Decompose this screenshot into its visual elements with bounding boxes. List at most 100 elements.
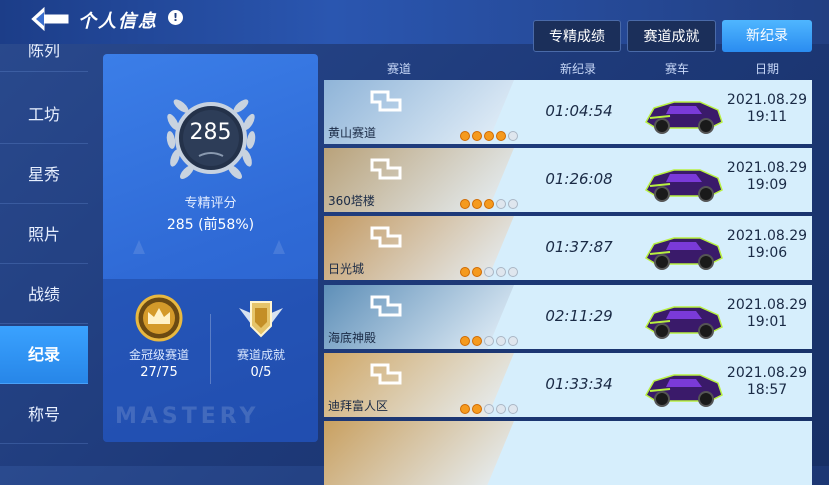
tree-decoration xyxy=(133,240,145,254)
sidebar-item-photos[interactable]: 照片 xyxy=(0,206,88,264)
record-time: 01:04:54 xyxy=(545,102,613,120)
sidebar-item-records[interactable]: 纪录 xyxy=(0,326,88,384)
sidebar-item-titles[interactable]: 称号 xyxy=(0,386,88,444)
difficulty-rating xyxy=(460,399,520,414)
record-time: 01:26:08 xyxy=(545,170,613,188)
record-date-day: 2021.08.29 xyxy=(726,92,808,108)
achievement-value: 0/5 xyxy=(250,365,272,380)
table-row[interactable]: 黄山赛道 01:04:54 2021.08.29 19:11 xyxy=(324,80,812,144)
record-date: 2021.08.29 19:09 xyxy=(722,160,812,194)
track-name: 日光城 xyxy=(328,262,365,276)
track-name: 迪拜富人区 xyxy=(328,399,389,413)
track-map-icon xyxy=(368,291,408,321)
rating-dot-icon xyxy=(472,131,482,141)
rating-dot-icon xyxy=(460,404,470,414)
tab-new-records[interactable]: 新纪录 xyxy=(722,20,812,52)
column-header-track: 赛道 xyxy=(386,62,411,76)
difficulty-rating xyxy=(460,331,520,346)
sidebar-item-star-show[interactable]: 星秀 xyxy=(0,146,88,204)
race-car-icon xyxy=(640,158,726,204)
table-row[interactable]: 日光城 01:37:87 2021.08.29 19:06 xyxy=(324,216,812,280)
table-row[interactable]: 360塔楼 01:26:08 2021.08.29 19:09 xyxy=(324,148,812,212)
achievement-value: 27/75 xyxy=(140,365,178,380)
record-date: 2021.08.29 19:01 xyxy=(722,297,812,331)
record-date-day: 2021.08.29 xyxy=(726,160,808,176)
gold-crown-tracks[interactable]: 金冠级赛道 27/75 xyxy=(109,294,209,380)
rating-dot-icon xyxy=(496,404,506,414)
rating-dot-icon xyxy=(508,267,518,277)
mastery-score: 285 xyxy=(189,120,232,145)
record-time: 01:33:34 xyxy=(545,375,613,393)
rating-dot-icon xyxy=(472,404,482,414)
rating-dot-icon xyxy=(508,199,518,209)
rating-dot-icon xyxy=(496,336,506,346)
rating-dot-icon xyxy=(460,267,470,277)
column-header-record: 新纪录 xyxy=(559,62,596,76)
rating-dot-icon xyxy=(460,131,470,141)
achievement-label: 金冠级赛道 xyxy=(128,348,189,362)
tab-mastery-scores[interactable]: 专精成绩 xyxy=(533,20,621,52)
track-map-icon xyxy=(368,222,408,252)
record-date-day: 2021.08.29 xyxy=(726,297,808,313)
column-header-car: 赛车 xyxy=(664,62,689,76)
rating-dot-icon xyxy=(460,199,470,209)
achievement-label: 赛道成就 xyxy=(236,348,285,362)
back-arrow-icon[interactable] xyxy=(30,6,70,32)
track-name: 黄山赛道 xyxy=(328,126,377,140)
column-header-date: 日期 xyxy=(754,62,779,76)
table-header: 赛道 新纪录 赛车 日期 xyxy=(324,56,812,78)
winged-badge-icon xyxy=(237,294,285,342)
sidebar-item-display[interactable]: 陈列 xyxy=(0,44,88,72)
rating-dot-icon xyxy=(484,199,494,209)
table-row[interactable] xyxy=(324,421,812,485)
rating-dot-icon xyxy=(508,404,518,414)
record-date: 2021.08.29 19:11 xyxy=(722,92,812,126)
sidebar-item-workshop[interactable]: 工坊 xyxy=(0,86,88,144)
record-date-time: 19:11 xyxy=(746,109,788,125)
tab-track-achievements[interactable]: 赛道成就 xyxy=(627,20,716,52)
rating-dot-icon xyxy=(472,336,482,346)
sidebar-item-stats[interactable]: 战绩 xyxy=(0,266,88,324)
table-row[interactable]: 海底神殿 02:11:29 2021.08.29 19:01 xyxy=(324,285,812,349)
rating-dot-icon xyxy=(508,336,518,346)
record-date-time: 19:01 xyxy=(746,314,788,330)
record-date: 2021.08.29 19:06 xyxy=(722,228,812,262)
record-time: 02:11:29 xyxy=(545,307,613,325)
tree-decoration xyxy=(273,240,285,254)
record-time: 01:37:87 xyxy=(545,238,613,256)
rating-section: 285 专精评分 285 (前58%) xyxy=(103,54,318,279)
record-date: 2021.08.29 18:57 xyxy=(722,365,812,399)
info-icon[interactable]: ! xyxy=(168,10,183,25)
rating-dot-icon xyxy=(484,404,494,414)
race-car-icon xyxy=(640,226,726,272)
rating-dot-icon xyxy=(508,131,518,141)
rating-label: 专精评分 xyxy=(184,196,237,211)
track-map-icon xyxy=(368,154,408,184)
record-date-time: 19:09 xyxy=(746,177,788,193)
race-car-icon xyxy=(640,363,726,409)
difficulty-rating xyxy=(460,126,520,141)
track-map-icon xyxy=(368,359,408,389)
track-name: 海底神殿 xyxy=(328,331,377,345)
rating-dot-icon xyxy=(496,131,506,141)
track-map-icon xyxy=(368,86,408,116)
difficulty-rating xyxy=(460,262,520,277)
rating-dot-icon xyxy=(496,267,506,277)
table-row[interactable]: 迪拜富人区 01:33:34 2021.08.29 18:57 xyxy=(324,353,812,417)
track-name: 360塔楼 xyxy=(328,194,375,208)
rating-dot-icon xyxy=(472,199,482,209)
mastery-watermark: MASTERY xyxy=(115,404,260,429)
page-title: 个人信息 xyxy=(78,11,158,32)
record-date-time: 18:57 xyxy=(746,382,788,398)
rating-dot-icon xyxy=(472,267,482,277)
gold-crown-medal-icon xyxy=(135,294,183,342)
rating-dot-icon xyxy=(484,267,494,277)
sidebar: 陈列 工坊 星秀 照片 战绩 纪录 称号 xyxy=(0,44,88,466)
track-achievements[interactable]: 赛道成就 0/5 xyxy=(211,294,311,380)
record-date-time: 19:06 xyxy=(746,245,788,261)
race-car-icon xyxy=(640,90,726,136)
track-thumbnail xyxy=(324,421,514,485)
profile-panel: 285 专精评分 285 (前58%) 金冠级赛道 27/75 赛道成就 0/5… xyxy=(103,54,318,442)
race-car-icon xyxy=(640,295,726,341)
record-date-day: 2021.08.29 xyxy=(726,365,808,381)
